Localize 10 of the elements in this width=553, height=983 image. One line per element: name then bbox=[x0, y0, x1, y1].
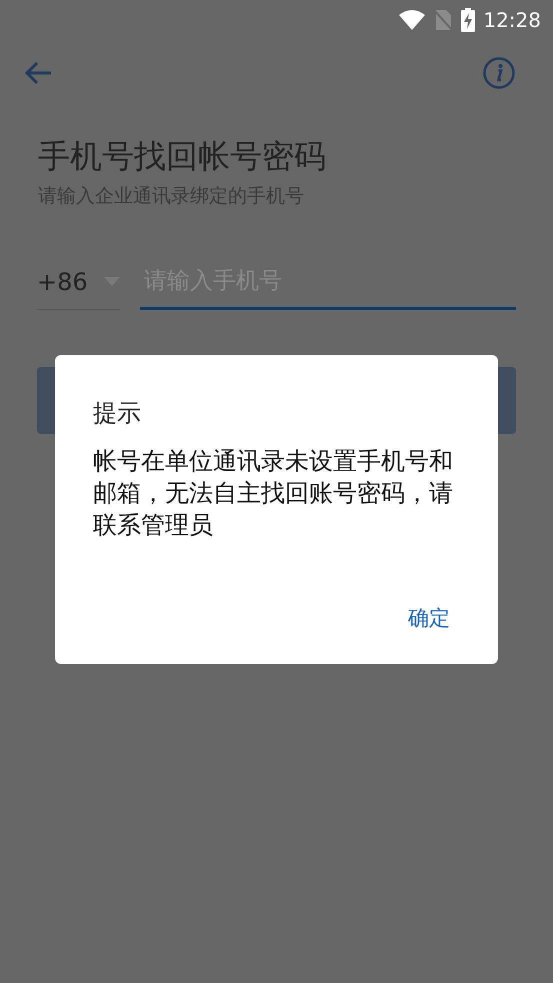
no-sim-icon bbox=[433, 9, 454, 31]
back-arrow-icon[interactable] bbox=[24, 61, 52, 85]
confirm-button[interactable]: 确定 bbox=[398, 596, 460, 640]
page-title: 手机号找回帐号密码 bbox=[38, 136, 327, 177]
battery-icon bbox=[461, 8, 476, 32]
status-time: 12:28 bbox=[483, 7, 541, 34]
wifi-icon bbox=[399, 10, 426, 30]
info-icon[interactable] bbox=[483, 57, 515, 89]
dialog-title: 提示 bbox=[93, 398, 142, 429]
dialog-message: 帐号在单位通讯录未设置手机号和邮箱，无法自主找回账号密码，请联系管理员 bbox=[93, 446, 454, 541]
